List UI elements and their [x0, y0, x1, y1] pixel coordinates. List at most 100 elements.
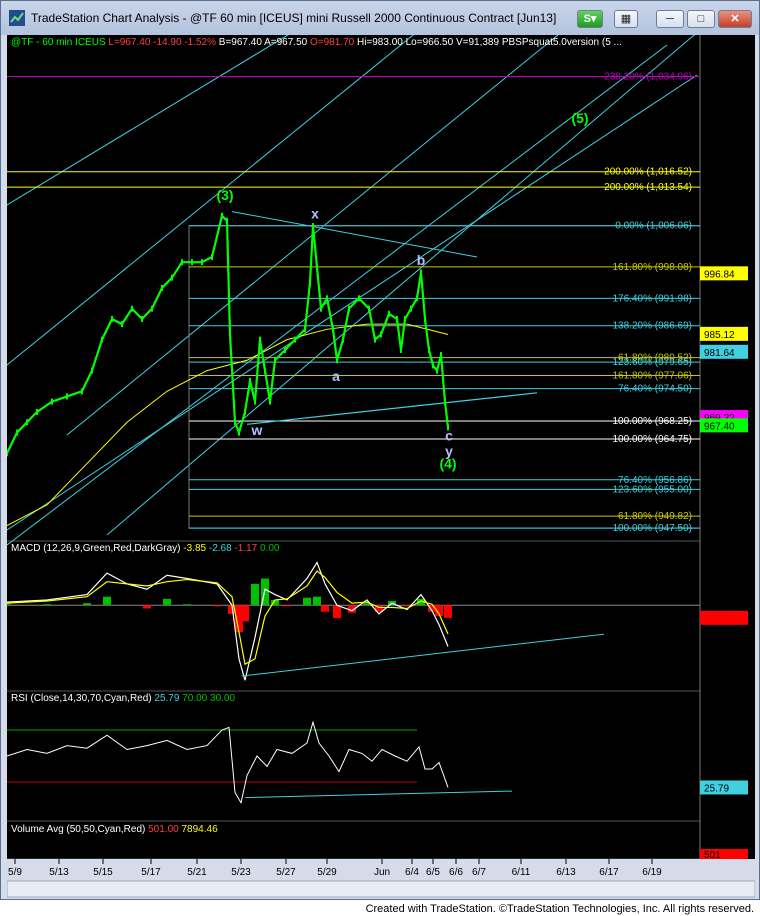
price-header-field: L=967.40 [106, 37, 151, 48]
price-bar [121, 321, 123, 328]
x-axis-tick: 5/15 [93, 867, 113, 878]
volume-header-field: 7894.46 [179, 824, 218, 835]
price-bar [410, 305, 412, 312]
price-bar [66, 393, 68, 400]
price-header-field: O=981.70 [307, 37, 354, 48]
fib-level-label: 100.00% (964.75) [612, 434, 692, 445]
rsi-header-field: RSI (Close,14,30,70,Cyan,Red) [11, 693, 152, 704]
price-bar [432, 362, 434, 369]
fib-level-label: 238.20% (1,034.96) [604, 72, 692, 83]
price-axis-tick: 1,020.00 [708, 150, 747, 161]
wave-label-5: (5) [571, 110, 588, 126]
wave-label-x: x [311, 205, 319, 221]
macd-histogram-bar [183, 604, 191, 606]
rsi-header: RSI (Close,14,30,70,Cyan,Red) 25.79 70.0… [11, 693, 235, 704]
rsi-axis-tick: 10.00 [708, 804, 733, 815]
price-bar [274, 357, 276, 364]
macd-histogram-bar [213, 605, 221, 607]
x-axis-tick: 5/17 [141, 867, 161, 878]
rsi-header-field: 30.00 [207, 693, 235, 704]
rsi-value-label: 25.79 [704, 783, 729, 794]
price-bar [316, 264, 318, 271]
fib-level-label: 161.80% (977.06) [612, 370, 692, 381]
macd-header-field: -3.85 [181, 543, 207, 554]
price-bar [332, 326, 334, 333]
price-bar [436, 367, 438, 374]
price-bar [336, 357, 338, 364]
price-bar [254, 398, 256, 405]
price-axis-tick: 1,000.00 [708, 253, 747, 264]
price-axis-tick: 950.00 [708, 511, 739, 522]
wave-label-a: a [332, 368, 340, 384]
x-axis-tick: 6/19 [642, 867, 662, 878]
fib-level-label: 161.80% (998.08) [612, 262, 692, 273]
price-bar [91, 367, 93, 374]
price-bar [161, 285, 163, 291]
close-button[interactable]: ✕ [718, 10, 752, 28]
price-bar [348, 305, 350, 312]
price-bar [249, 377, 251, 384]
price-bar [388, 310, 390, 317]
maximize-button[interactable]: □ [687, 10, 715, 28]
price-axis-tick: 990.00 [708, 305, 739, 316]
macd-histogram-bar [333, 605, 341, 619]
price-bar [440, 352, 442, 359]
fib-level-label: 123.60% (955.00) [612, 484, 692, 495]
price-bar [259, 336, 261, 343]
price-bar [238, 429, 240, 436]
price-bar [424, 315, 426, 322]
price-bar [221, 212, 223, 219]
grid-icon[interactable]: ▦ [614, 10, 638, 28]
price-axis-tick: 1,030.00 [708, 98, 747, 109]
price-bar [444, 398, 446, 405]
price-bar [374, 336, 376, 343]
price-bar [141, 315, 143, 322]
price-bar [16, 429, 18, 436]
strategy-s-label: S [583, 13, 591, 25]
macd-histogram-bar [303, 597, 311, 606]
fib-level-label: 61.80% (949.82) [618, 511, 692, 522]
x-axis-tick: 6/13 [556, 867, 576, 878]
x-axis-tick: 6/7 [472, 867, 486, 878]
rsi-header-field: 70.00 [179, 693, 207, 704]
price-header-field: -1.52% [182, 37, 217, 48]
x-axis-tick: 5/29 [317, 867, 337, 878]
price-bar [226, 217, 228, 224]
x-axis-tick: 6/5 [426, 867, 440, 878]
x-axis-tick: 5/21 [187, 867, 207, 878]
price-bar [201, 259, 203, 266]
macd-histogram-bar [163, 598, 171, 606]
volume-header-field: Volume Avg (50,50,Cyan,Red) [11, 824, 145, 835]
price-axis-tick: 1,010.00 [708, 201, 747, 212]
x-axis-tick: 5/9 [8, 867, 22, 878]
chart-background [7, 35, 755, 881]
chart-canvas[interactable]: 238.20% (1,034.96) 200.00% (1,016.52) 200.… [7, 35, 755, 899]
price-bar [326, 295, 328, 302]
price-bar [211, 254, 213, 261]
fib-level-label: 76.40% (974.50) [618, 384, 692, 395]
volume-header-field: 501.00 [145, 824, 179, 835]
price-bar [171, 274, 173, 281]
x-axis-tick: 5/13 [49, 867, 69, 878]
price-header-field: Hi=983.00 [354, 37, 403, 48]
price-bar [396, 315, 398, 322]
price-bar [312, 223, 314, 230]
macd-value-marker [700, 610, 748, 625]
price-bar [181, 259, 183, 266]
macd-header: MACD (12,26,9,Green,Red,DarkGray) -3.85 … [11, 543, 280, 554]
macd-header-field: -2.68 [206, 543, 232, 554]
price-bar [358, 295, 360, 302]
title-bar[interactable]: TradeStation Chart Analysis - @TF 60 min… [1, 1, 759, 35]
fib-level-label: 176.40% (991.98) [612, 293, 692, 304]
x-axis-tick: 6/17 [599, 867, 619, 878]
volume-axis-tick: 25.00 [708, 839, 733, 850]
rsi-axis-tick: 50.00 [708, 752, 733, 763]
price-header-field: -14.90 [150, 37, 182, 48]
price-header-field: ICEUS [72, 37, 106, 48]
minimize-button[interactable]: ─ [656, 10, 684, 28]
macd-histogram-bar [241, 605, 249, 622]
rsi-axis-tick: 70.00 [708, 726, 733, 737]
price-axis-tick: 1,040.00 [708, 46, 747, 57]
strategy-s-button[interactable]: S▾ [577, 10, 603, 28]
price-bar [368, 305, 370, 312]
